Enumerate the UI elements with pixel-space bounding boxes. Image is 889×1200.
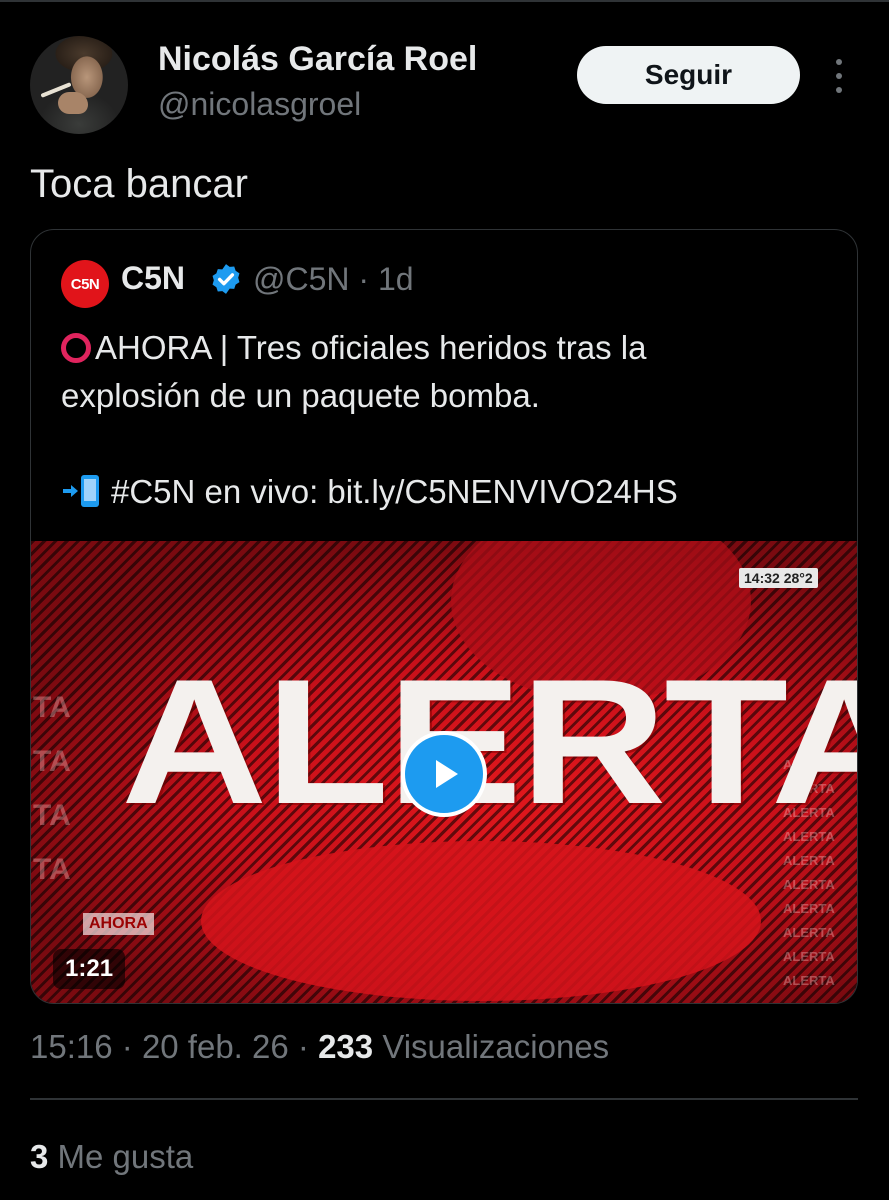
top-divider: [0, 0, 889, 2]
follow-button[interactable]: Seguir: [577, 46, 800, 104]
tweet-time[interactable]: 15:16: [30, 1028, 113, 1065]
quoted-tweet[interactable]: C5N C5N @C5N · 1d AHORA | Tres oficiales…: [30, 229, 858, 1004]
side-text-item: ALERTA: [783, 925, 835, 940]
video-headline: ALERTA: [121, 642, 858, 841]
video-side-text-left: TA TA TA TA: [33, 681, 71, 897]
tweet-date[interactable]: 20 feb. 26: [142, 1028, 289, 1065]
video-ticker: AHORA: [83, 913, 154, 935]
verified-badge-icon: [212, 264, 240, 294]
tweet-text: Toca bancar: [30, 162, 248, 206]
quoted-meta: @C5N · 1d: [253, 261, 414, 298]
quoted-author-name[interactable]: C5N: [121, 260, 185, 297]
play-icon: [436, 760, 458, 788]
video-player[interactable]: TA TA TA TA ALERTA ALERTA ALERTA ALERTA …: [31, 541, 858, 1003]
red-circle-icon: [61, 333, 91, 363]
author-name[interactable]: Nicolás García Roel: [158, 40, 477, 79]
more-vertical-icon[interactable]: [828, 56, 850, 96]
tweet-meta: 15:16 · 20 feb. 26 · 233 Visualizaciones: [30, 1028, 609, 1066]
video-clock: 14:32 28°2: [739, 568, 818, 588]
quoted-body: AHORA | Tres oficiales heridos tras la e…: [61, 324, 831, 516]
likes-label: Me gusta: [57, 1138, 194, 1175]
side-text-item: TA: [33, 799, 71, 832]
side-text-item: ALERTA: [783, 973, 835, 988]
side-text-item: TA: [33, 745, 71, 778]
quoted-line-1-text: AHORA | Tres oficiales heridos tras la: [95, 329, 647, 366]
side-text-item: TA: [33, 691, 71, 724]
quoted-line-3-text[interactable]: #C5N en vivo: bit.ly/C5NENVIVO24HS: [111, 473, 678, 510]
quoted-line-2: explosión de un paquete bomba.: [61, 377, 540, 414]
phone-arrow-icon: [63, 475, 99, 507]
author-avatar[interactable]: [30, 36, 128, 134]
side-text-item: ALERTA: [783, 949, 835, 964]
quoted-time[interactable]: 1d: [378, 261, 414, 297]
video-duration: 1:21: [53, 949, 126, 989]
views-count: 233: [318, 1028, 374, 1065]
meta-separator: ·: [297, 1028, 309, 1065]
likes-count: 3: [30, 1138, 49, 1175]
video-background-shape: [201, 841, 761, 1001]
quoted-line-1: AHORA | Tres oficiales heridos tras la: [61, 324, 831, 372]
c5n-logo[interactable]: C5N: [61, 260, 109, 308]
likes-stat[interactable]: 3 Me gusta: [30, 1138, 193, 1176]
views-label: Visualizaciones: [382, 1028, 610, 1065]
author-handle[interactable]: @nicolasgroel: [158, 86, 361, 123]
side-text-item: ALERTA: [783, 877, 835, 892]
play-button[interactable]: [401, 731, 487, 817]
side-text-item: TA: [33, 853, 71, 886]
meta-separator: ·: [358, 261, 370, 297]
meta-separator: ·: [121, 1028, 133, 1065]
quoted-line-3: #C5N en vivo: bit.ly/C5NENVIVO24HS: [61, 468, 831, 516]
avatar-hand: [58, 92, 88, 114]
side-text-item: ALERTA: [783, 901, 835, 916]
side-text-item: ALERTA: [783, 853, 835, 868]
quoted-handle[interactable]: @C5N: [253, 261, 350, 297]
section-divider: [30, 1098, 858, 1100]
